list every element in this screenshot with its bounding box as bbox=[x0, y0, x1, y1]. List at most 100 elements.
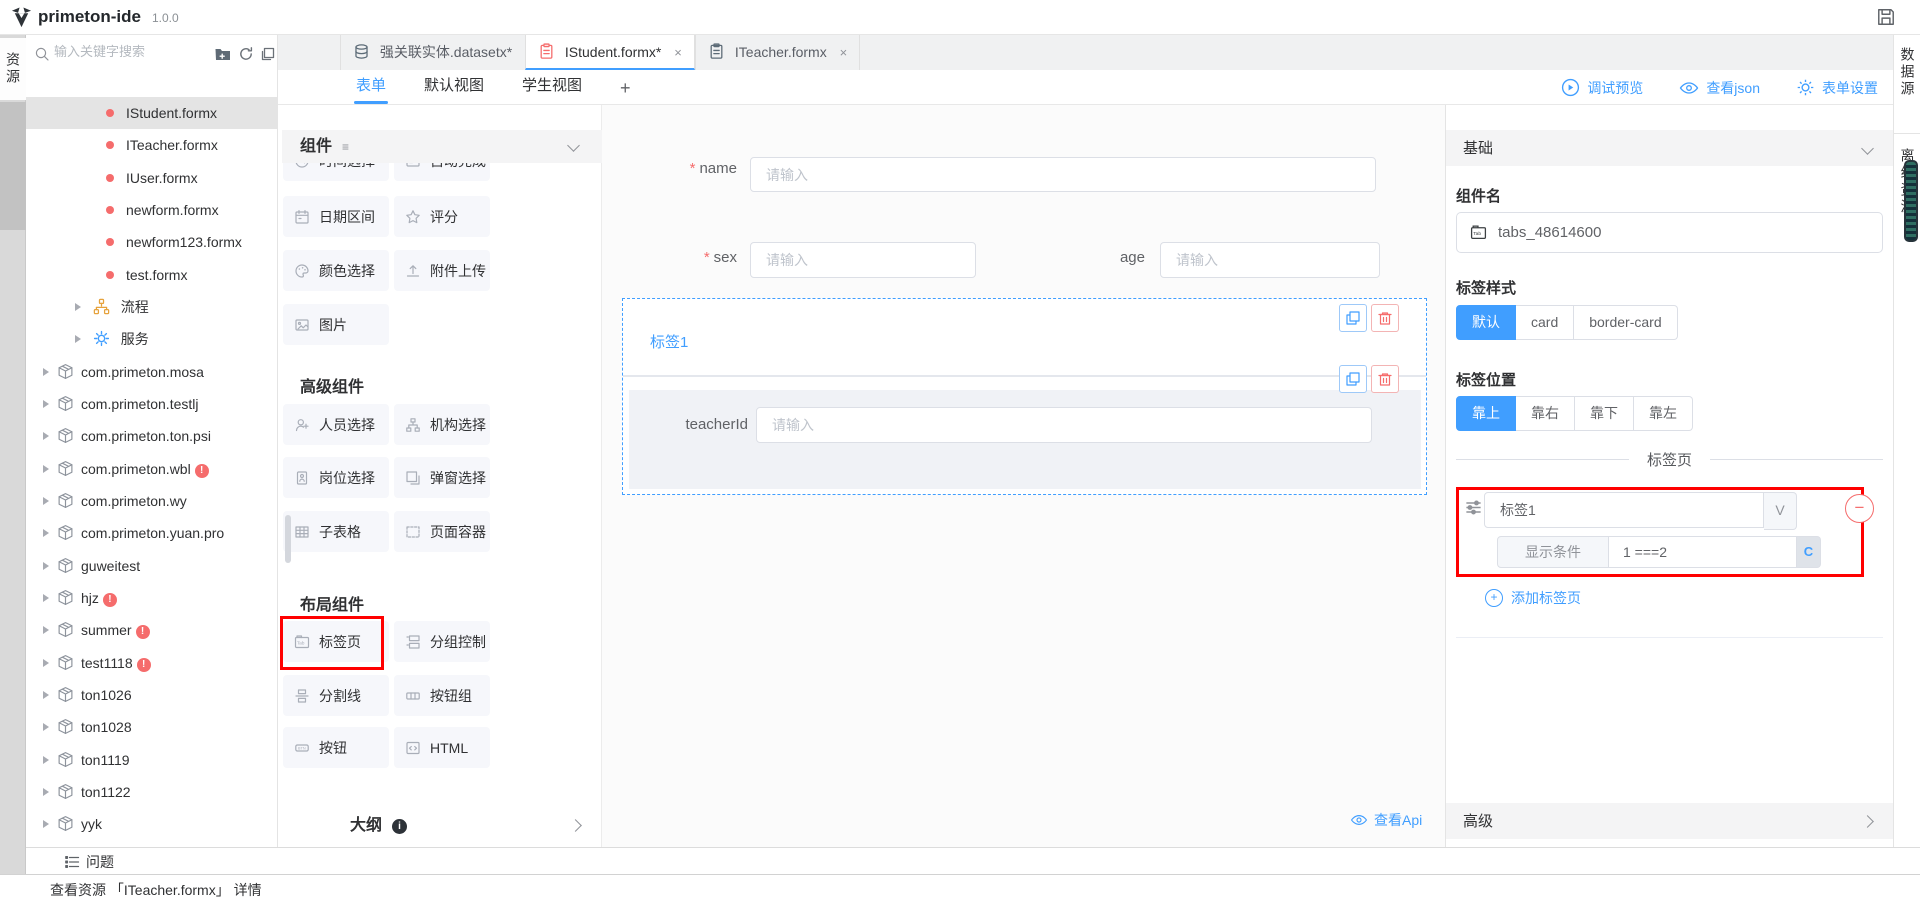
palette-header[interactable]: 组件≡ bbox=[282, 130, 602, 163]
tab-pane-selected[interactable]: teacherId bbox=[629, 390, 1421, 489]
tree-item-flow[interactable]: 流程 bbox=[26, 291, 278, 323]
expand-arrow-icon[interactable] bbox=[43, 659, 49, 667]
view-json-button[interactable]: 查看json bbox=[1679, 78, 1760, 98]
add-view-button[interactable]: + bbox=[620, 73, 631, 103]
form-canvas[interactable]: *name *sex age 标签1 teacherId 查看Api bbox=[602, 105, 1445, 847]
section-advanced[interactable]: 高级 bbox=[1446, 803, 1894, 839]
palette-item[interactable]: 人员选择 bbox=[283, 404, 389, 445]
add-tab-link[interactable]: + 添加标签页 bbox=[1485, 588, 1581, 608]
expand-arrow-icon[interactable] bbox=[75, 335, 81, 343]
tree-item-package[interactable]: com.primeton.wbl! bbox=[26, 453, 278, 485]
tune-icon[interactable] bbox=[1464, 498, 1483, 520]
delete-button[interactable] bbox=[1371, 365, 1399, 393]
condition-input[interactable]: 1 ===2 bbox=[1609, 536, 1797, 568]
expand-arrow-icon[interactable] bbox=[43, 756, 49, 764]
expand-arrow-icon[interactable] bbox=[43, 497, 49, 505]
tree-item-file[interactable]: newform.formx bbox=[26, 194, 278, 226]
condition-code-button[interactable]: C bbox=[1797, 536, 1821, 568]
style-option-border-card[interactable]: border-card bbox=[1574, 305, 1677, 340]
refresh-icon[interactable] bbox=[238, 46, 254, 65]
palette-item[interactable]: 分组控制 bbox=[394, 621, 490, 662]
palette-item[interactable]: 子表格 bbox=[283, 511, 389, 552]
palette-item[interactable]: 按钮组 bbox=[394, 675, 490, 716]
remove-tab-button[interactable]: − bbox=[1845, 494, 1874, 523]
search-input[interactable] bbox=[52, 43, 211, 60]
position-option-left[interactable]: 靠左 bbox=[1634, 396, 1693, 431]
new-folder-icon[interactable] bbox=[214, 46, 230, 65]
tree-item-file[interactable]: IStudent.formx bbox=[26, 97, 278, 129]
position-option-right[interactable]: 靠右 bbox=[1516, 396, 1575, 431]
palette-item[interactable]: 附件上传 bbox=[394, 250, 490, 291]
palette-item[interactable]: 日期区间 bbox=[283, 196, 389, 237]
expand-arrow-icon[interactable] bbox=[43, 788, 49, 796]
tree-item-file[interactable]: newform123.formx bbox=[26, 226, 278, 258]
expand-arrow-icon[interactable] bbox=[43, 723, 49, 731]
palette-item[interactable]: HTML bbox=[394, 727, 490, 768]
component-name-input[interactable]: Tab tabs_48614600 bbox=[1456, 212, 1883, 253]
expand-arrow-icon[interactable] bbox=[43, 368, 49, 376]
problems-bar[interactable]: 问题 bbox=[26, 847, 1920, 874]
expand-arrow-icon[interactable] bbox=[43, 529, 49, 537]
palette-item-tab-page[interactable]: Tab标签页 bbox=[283, 621, 389, 662]
expand-arrow-icon[interactable] bbox=[43, 465, 49, 473]
tab-student-view[interactable]: 学生视图 bbox=[522, 70, 582, 105]
editor-tab-istudent[interactable]: IStudent.formx* × bbox=[525, 35, 695, 70]
tree-item-package[interactable]: ton1119 bbox=[26, 744, 278, 776]
tree-item-file[interactable]: ITeacher.formx bbox=[26, 129, 278, 161]
tree-item-file[interactable]: IUser.formx bbox=[26, 162, 278, 194]
chevron-down-icon[interactable] bbox=[1861, 142, 1874, 155]
chevron-right-icon[interactable] bbox=[1861, 815, 1874, 828]
rail-tab-resources[interactable]: 资源 bbox=[0, 38, 26, 100]
palette-item[interactable]: 机构选择 bbox=[394, 404, 490, 445]
expand-arrow-icon[interactable] bbox=[43, 691, 49, 699]
field-input-sex[interactable] bbox=[750, 242, 976, 278]
editor-tab-iteacher[interactable]: ITeacher.formx × bbox=[695, 35, 860, 70]
tab-form[interactable]: 表单 bbox=[356, 70, 386, 105]
copy-button[interactable] bbox=[1339, 304, 1367, 332]
palette-item[interactable]: 分割线 bbox=[283, 675, 389, 716]
position-option-bottom[interactable]: 靠下 bbox=[1575, 396, 1634, 431]
close-icon[interactable]: × bbox=[840, 45, 848, 60]
tree-item-package[interactable]: hjz! bbox=[26, 582, 278, 614]
tab-name-suffix-button[interactable]: V bbox=[1764, 492, 1797, 530]
tabs-component-selected[interactable]: 标签1 teacherId bbox=[622, 298, 1427, 495]
close-icon[interactable]: × bbox=[674, 45, 682, 60]
tree-item-services[interactable]: 服务 bbox=[26, 323, 278, 355]
save-icon[interactable] bbox=[1876, 7, 1896, 30]
palette-item[interactable]: BTN按钮 bbox=[283, 727, 389, 768]
tree-item-package[interactable]: ton1122 bbox=[26, 776, 278, 808]
tree-item-package[interactable]: test1118! bbox=[26, 647, 278, 679]
chevron-right-icon[interactable] bbox=[569, 819, 582, 832]
collapse-panel-icon[interactable] bbox=[260, 46, 276, 65]
field-input-name[interactable] bbox=[750, 157, 1376, 192]
chevron-down-icon[interactable] bbox=[567, 139, 580, 152]
palette-item[interactable]: 岗位选择 bbox=[283, 457, 389, 498]
rail-scroll-thumb[interactable] bbox=[1904, 160, 1918, 242]
expand-arrow-icon[interactable] bbox=[75, 303, 81, 311]
rail-tab-datasource[interactable]: 数据源 bbox=[1894, 47, 1920, 98]
field-input-age[interactable] bbox=[1160, 242, 1380, 278]
tree-item-package[interactable]: summer! bbox=[26, 614, 278, 646]
tree-item-package[interactable]: com.primeton.wy bbox=[26, 485, 278, 517]
tree-item-package[interactable]: com.primeton.testlj bbox=[26, 388, 278, 420]
expand-arrow-icon[interactable] bbox=[43, 562, 49, 570]
expand-arrow-icon[interactable] bbox=[43, 820, 49, 828]
delete-button[interactable] bbox=[1371, 304, 1399, 332]
expand-arrow-icon[interactable] bbox=[43, 594, 49, 602]
rail-scroll-thumb[interactable] bbox=[0, 102, 26, 230]
copy-button[interactable] bbox=[1339, 365, 1367, 393]
palette-scroll-thumb[interactable] bbox=[285, 515, 291, 563]
palette-item[interactable]: 页面容器 bbox=[394, 511, 490, 552]
position-option-top[interactable]: 靠上 bbox=[1456, 396, 1516, 431]
palette-item[interactable]: 评分 bbox=[394, 196, 490, 237]
palette-item[interactable]: 图片 bbox=[283, 304, 389, 345]
palette-item[interactable]: 颜色选择 bbox=[283, 250, 389, 291]
section-basic[interactable]: 基础 bbox=[1446, 130, 1894, 166]
tree-item-package[interactable]: ton1026 bbox=[26, 679, 278, 711]
tree-item-package[interactable]: guweitest bbox=[26, 550, 278, 582]
tree-item-package[interactable]: yyk bbox=[26, 808, 278, 840]
tree-item-package[interactable]: ton1028 bbox=[26, 711, 278, 743]
expand-arrow-icon[interactable] bbox=[43, 400, 49, 408]
tab-default-view[interactable]: 默认视图 bbox=[424, 70, 484, 105]
style-option-default[interactable]: 默认 bbox=[1456, 305, 1516, 340]
